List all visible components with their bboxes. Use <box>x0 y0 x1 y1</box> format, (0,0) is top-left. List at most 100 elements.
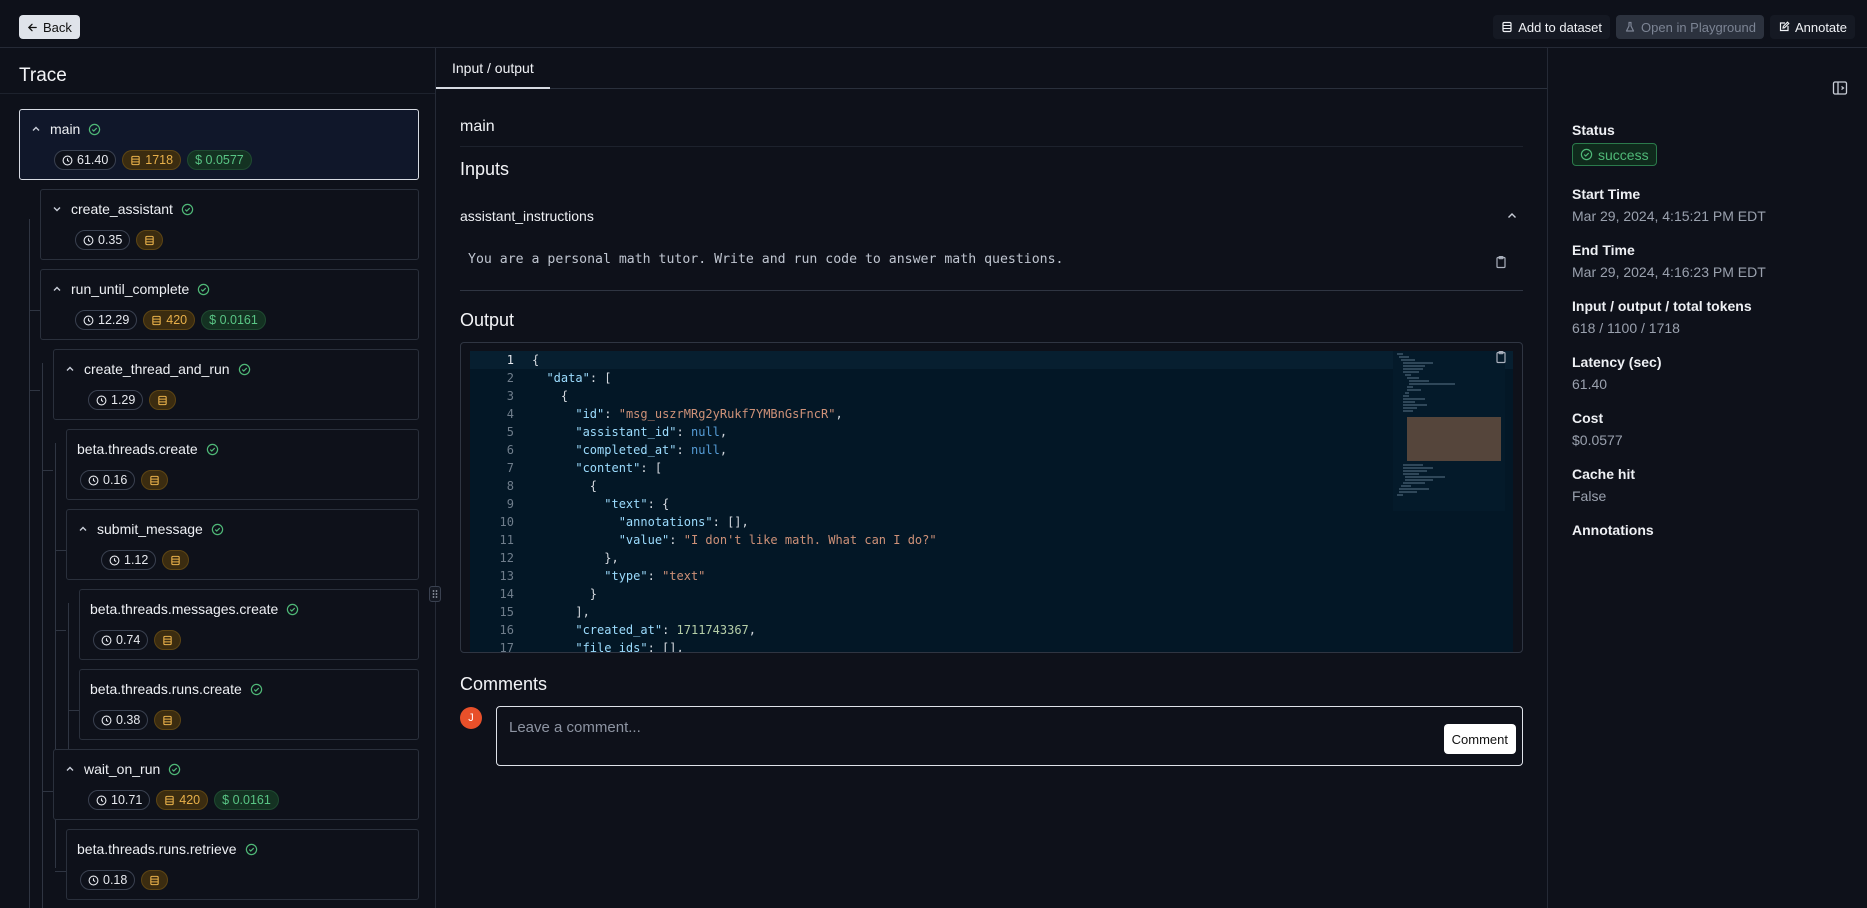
open-in-playground-label: Open in Playground <box>1641 19 1756 35</box>
trace-node-stats: 61.40 1718 $ 0.0577 <box>54 150 252 170</box>
latency-chip: 0.16 <box>80 470 136 490</box>
token-icon <box>150 475 160 485</box>
run-metadata-panel: Status success Start Time Mar 29, 2024, … <box>1548 48 1867 908</box>
code-text: { <box>532 479 598 493</box>
tree-guide <box>29 310 40 311</box>
trace-node-name: beta.threads.messages.create <box>90 601 279 617</box>
back-button[interactable]: Back <box>19 15 80 39</box>
flask-icon <box>1625 21 1635 32</box>
code-line[interactable]: 1{ <box>470 351 1513 369</box>
trace-node-beta-threads-runs-retrieve[interactable]: beta.threads.runs.retrieve 0.18 <box>66 829 419 900</box>
trace-node-header: wait_on_run <box>64 761 181 777</box>
code-line[interactable]: 7 "content": [ <box>470 459 1513 477</box>
end-time-value: Mar 29, 2024, 4:16:23 PM EDT <box>1572 264 1766 280</box>
tab-input-output[interactable]: Input / output <box>436 48 550 89</box>
line-number: 17 <box>499 641 514 653</box>
top-actions: Add to dataset Open in Playground Annota… <box>1493 15 1855 39</box>
add-to-dataset-label: Add to dataset <box>1518 19 1603 35</box>
chevron-up-icon[interactable] <box>30 123 42 135</box>
trace-node-create-assistant[interactable]: create_assistant 0.35 <box>40 189 419 260</box>
chevron-up-icon[interactable] <box>1505 209 1519 223</box>
line-number: 6 <box>506 443 514 457</box>
trace-node-name: create_assistant <box>71 201 173 217</box>
trace-node-run-until-complete[interactable]: run_until_complete 12.29 420 $ 0.0161 <box>40 269 419 340</box>
code-line[interactable]: 9 "text": { <box>470 495 1513 513</box>
cache-hit-value: False <box>1572 488 1607 504</box>
success-check-icon <box>198 283 210 295</box>
trace-node-beta-threads-runs-create[interactable]: beta.threads.runs.create 0.38 <box>79 669 419 740</box>
trace-node-beta-threads-create[interactable]: beta.threads.create 0.16 <box>66 429 419 500</box>
add-to-dataset-button[interactable]: Add to dataset <box>1493 15 1611 39</box>
panel-toggle-icon[interactable] <box>1832 80 1848 96</box>
code-line[interactable]: 17 "file_ids": [], <box>470 639 1513 653</box>
token-value: 1718 <box>145 153 174 167</box>
token-icon <box>158 395 168 405</box>
latency-value: 0.16 <box>103 473 128 487</box>
clipboard-icon[interactable] <box>1494 255 1508 269</box>
annotate-button[interactable]: Annotate <box>1769 15 1855 39</box>
success-check-icon <box>1580 148 1593 161</box>
trace-node-header: main <box>30 121 101 137</box>
code-line[interactable]: 10 "annotations": [], <box>470 513 1513 531</box>
success-check-icon <box>238 363 250 375</box>
code-text: "content": [ <box>575 461 663 475</box>
trace-node-stats: 0.38 <box>93 710 182 730</box>
code-editor[interactable]: 1{2 "data": [3 {4 "id": "msg_uszrMRg2yRu… <box>470 351 1513 653</box>
avatar: J <box>460 707 482 729</box>
divider <box>460 290 1523 291</box>
chevron-up-icon[interactable] <box>77 523 89 535</box>
clock-icon <box>62 155 73 165</box>
comment-input[interactable]: Leave a comment... Comment <box>496 706 1523 766</box>
comment-button[interactable]: Comment <box>1443 724 1516 754</box>
code-text: "annotations": [], <box>618 515 749 529</box>
run-name: main <box>460 118 495 135</box>
success-check-icon <box>206 443 218 455</box>
code-line[interactable]: 5 "assistant_id": null, <box>470 423 1513 441</box>
edit-icon <box>1779 21 1790 32</box>
trace-node-wait-on-run[interactable]: wait_on_run 10.71 420 $ 0.0161 <box>53 749 419 820</box>
trace-title: Trace <box>19 65 67 86</box>
trace-node-beta-threads-messages-create[interactable]: beta.threads.messages.create 0.74 <box>79 589 419 660</box>
trace-node-main[interactable]: main 61.40 1718 $ 0.0577 <box>19 109 419 180</box>
code-line[interactable]: 6 "completed_at": null, <box>470 441 1513 459</box>
line-number: 10 <box>499 515 514 529</box>
line-number: 15 <box>499 605 514 619</box>
code-line[interactable]: 16 "created_at": 1711743367, <box>470 621 1513 639</box>
cost-value: $ 0.0161 <box>222 793 271 807</box>
chevron-up-icon[interactable] <box>51 283 63 295</box>
code-line[interactable]: 3 { <box>470 387 1513 405</box>
trace-node-submit-message[interactable]: submit_message 1.12 <box>66 509 419 580</box>
tree-guide <box>68 710 79 711</box>
code-line[interactable]: 13 "type": "text" <box>470 567 1513 585</box>
tree-guide <box>29 219 30 908</box>
token-chip <box>141 470 169 490</box>
code-line[interactable]: 2 "data": [ <box>470 369 1513 387</box>
code-text: "id": "msg_uszrMRg2yRukf7YMBnGsFncR", <box>575 407 843 421</box>
output-code-viewer[interactable]: 1{2 "data": [3 {4 "id": "msg_uszrMRg2yRu… <box>460 342 1523 653</box>
trace-node-header: create_assistant <box>51 201 194 217</box>
chevron-up-icon[interactable] <box>64 363 76 375</box>
status-field: Status success <box>1572 122 1657 166</box>
trace-node-header: beta.threads.messages.create <box>90 601 299 617</box>
code-minimap[interactable] <box>1393 351 1505 511</box>
open-in-playground-button[interactable]: Open in Playground <box>1616 15 1764 39</box>
code-line[interactable]: 4 "id": "msg_uszrMRg2yRukf7YMBnGsFncR", <box>470 405 1513 423</box>
chevron-up-icon[interactable] <box>64 763 76 775</box>
trace-node-stats: 0.16 <box>80 470 169 490</box>
status-badge: success <box>1572 143 1657 166</box>
trace-node-name: wait_on_run <box>84 761 161 777</box>
trace-node-header: beta.threads.runs.retrieve <box>77 841 258 857</box>
arrow-left-icon <box>27 23 37 31</box>
trace-node-stats: 1.12 <box>101 550 190 570</box>
chevron-down-icon[interactable] <box>51 203 63 215</box>
code-line[interactable]: 12 }, <box>470 549 1513 567</box>
code-line[interactable]: 14 } <box>470 585 1513 603</box>
code-line[interactable]: 11 "value": "I don't like math. What can… <box>470 531 1513 549</box>
code-line[interactable]: 8 { <box>470 477 1513 495</box>
clipboard-icon[interactable] <box>1494 350 1508 364</box>
inputs-title: Inputs <box>460 159 510 179</box>
token-icon <box>171 555 181 565</box>
trace-node-create-thread-and-run[interactable]: create_thread_and_run 1.29 <box>53 349 419 420</box>
trace-node-header: beta.threads.create <box>77 441 219 457</box>
code-line[interactable]: 15 ], <box>470 603 1513 621</box>
